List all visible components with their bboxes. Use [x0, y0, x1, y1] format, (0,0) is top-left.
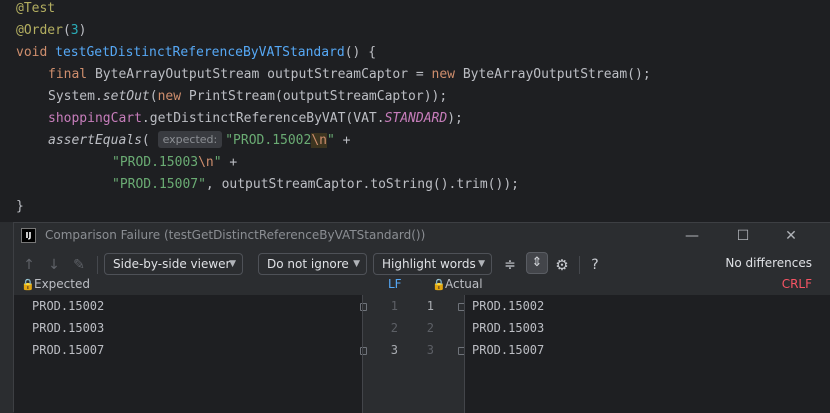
code-line-7: assertEquals( expected: "PROD.15002\n" +	[48, 131, 351, 148]
lock-icon: 🔒	[21, 278, 35, 291]
dialog-titlebar[interactable]: IJ Comparison Failure (testGetDistinctRe…	[14, 223, 830, 249]
actual-line: PROD.15007	[472, 343, 545, 357]
parameter-hint: expected:	[157, 131, 223, 148]
diff-toolbar: ↑ ↓ ✎ Side-by-side viewer ▼ Do not ignore…	[14, 250, 830, 280]
code-line-1: @Test	[16, 1, 56, 16]
previous-difference-icon[interactable]: ↑	[20, 256, 38, 274]
code-line-10: }	[16, 199, 24, 214]
toolbar-separator	[97, 256, 98, 274]
chevron-down-icon: ▼	[478, 259, 485, 269]
actual-line: PROD.15002	[472, 299, 545, 313]
actual-line: PROD.15003	[472, 321, 545, 335]
code-line-9: "PROD.15007", outputStreamCaptor.toStrin…	[112, 177, 519, 192]
next-difference-icon[interactable]: ↓	[45, 256, 63, 274]
help-icon[interactable]: ?	[586, 256, 604, 274]
code-line-6: shoppingCart.getDistinctReferenceByVAT(V…	[48, 111, 463, 126]
dialog-title: Comparison Failure (testGetDistinctRefer…	[45, 228, 426, 242]
diff-status: No differences	[725, 256, 812, 270]
left-line-number: 3	[390, 343, 398, 357]
expected-panel[interactable]: PROD.15002 PROD.15003 PROD.15007	[14, 295, 362, 413]
actual-panel[interactable]: PROD.15002 PROD.15003 PROD.15007	[465, 295, 830, 413]
panel-divider	[362, 295, 363, 413]
diff-gutter: 1 2 3 1 2 3	[360, 295, 465, 413]
collapse-unchanged-icon[interactable]: ≑	[501, 256, 519, 274]
comparison-failure-dialog: IJ Comparison Failure (testGetDistinctRe…	[13, 222, 830, 413]
right-line-number: 3	[426, 343, 434, 357]
right-line-number: 2	[426, 321, 434, 335]
code-line-5: System.setOut(new PrintStream(outputStre…	[48, 89, 448, 104]
whitespace-dropdown[interactable]: Do not ignore ▼	[258, 253, 367, 275]
close-button[interactable]: ✕	[771, 223, 811, 249]
panel-headers: 🔒 Expected LF 🔒 Actual CRLF	[14, 277, 830, 293]
expected-line: PROD.15003	[32, 321, 105, 335]
left-line-number: 1	[390, 299, 398, 313]
viewer-mode-label: Side-by-side viewer	[113, 257, 231, 271]
highlight-label: Highlight words	[382, 257, 476, 271]
expected-line: PROD.15007	[32, 343, 105, 357]
highlight-dropdown[interactable]: Highlight words ▼	[373, 253, 492, 275]
whitespace-label: Do not ignore	[267, 257, 349, 271]
minimize-button[interactable]: —	[672, 223, 712, 249]
line-separator-left[interactable]: LF	[388, 277, 402, 291]
left-line-number: 2	[390, 321, 398, 335]
viewer-mode-dropdown[interactable]: Side-by-side viewer ▼	[104, 253, 243, 275]
code-editor[interactable]: @Test @Order(3) void testGetDistinctRefe…	[0, 0, 830, 222]
chevron-down-icon: ▼	[353, 259, 360, 269]
expected-label: Expected	[34, 277, 90, 291]
code-line-4: final ByteArrayOutputStream outputStream…	[48, 67, 651, 82]
intellij-logo-icon: IJ	[21, 228, 36, 243]
actual-label: Actual	[445, 277, 483, 291]
toolbar-separator	[579, 256, 580, 274]
code-line-8: "PROD.15003\n" +	[112, 155, 238, 170]
settings-icon[interactable]: ⚙	[553, 256, 571, 274]
lock-icon: 🔒	[432, 278, 446, 291]
edit-source-icon[interactable]: ✎	[70, 256, 88, 274]
code-line-3: void testGetDistinctReferenceByVATStanda…	[16, 45, 377, 60]
expected-line: PROD.15002	[32, 299, 105, 313]
maximize-button[interactable]: ☐	[723, 223, 763, 249]
sync-scroll-icon[interactable]: ⇕	[526, 252, 548, 274]
line-separator-right[interactable]: CRLF	[782, 277, 812, 291]
code-line-2: @Order(3)	[16, 23, 87, 38]
chevron-down-icon: ▼	[229, 259, 236, 269]
right-line-number: 1	[426, 299, 434, 313]
